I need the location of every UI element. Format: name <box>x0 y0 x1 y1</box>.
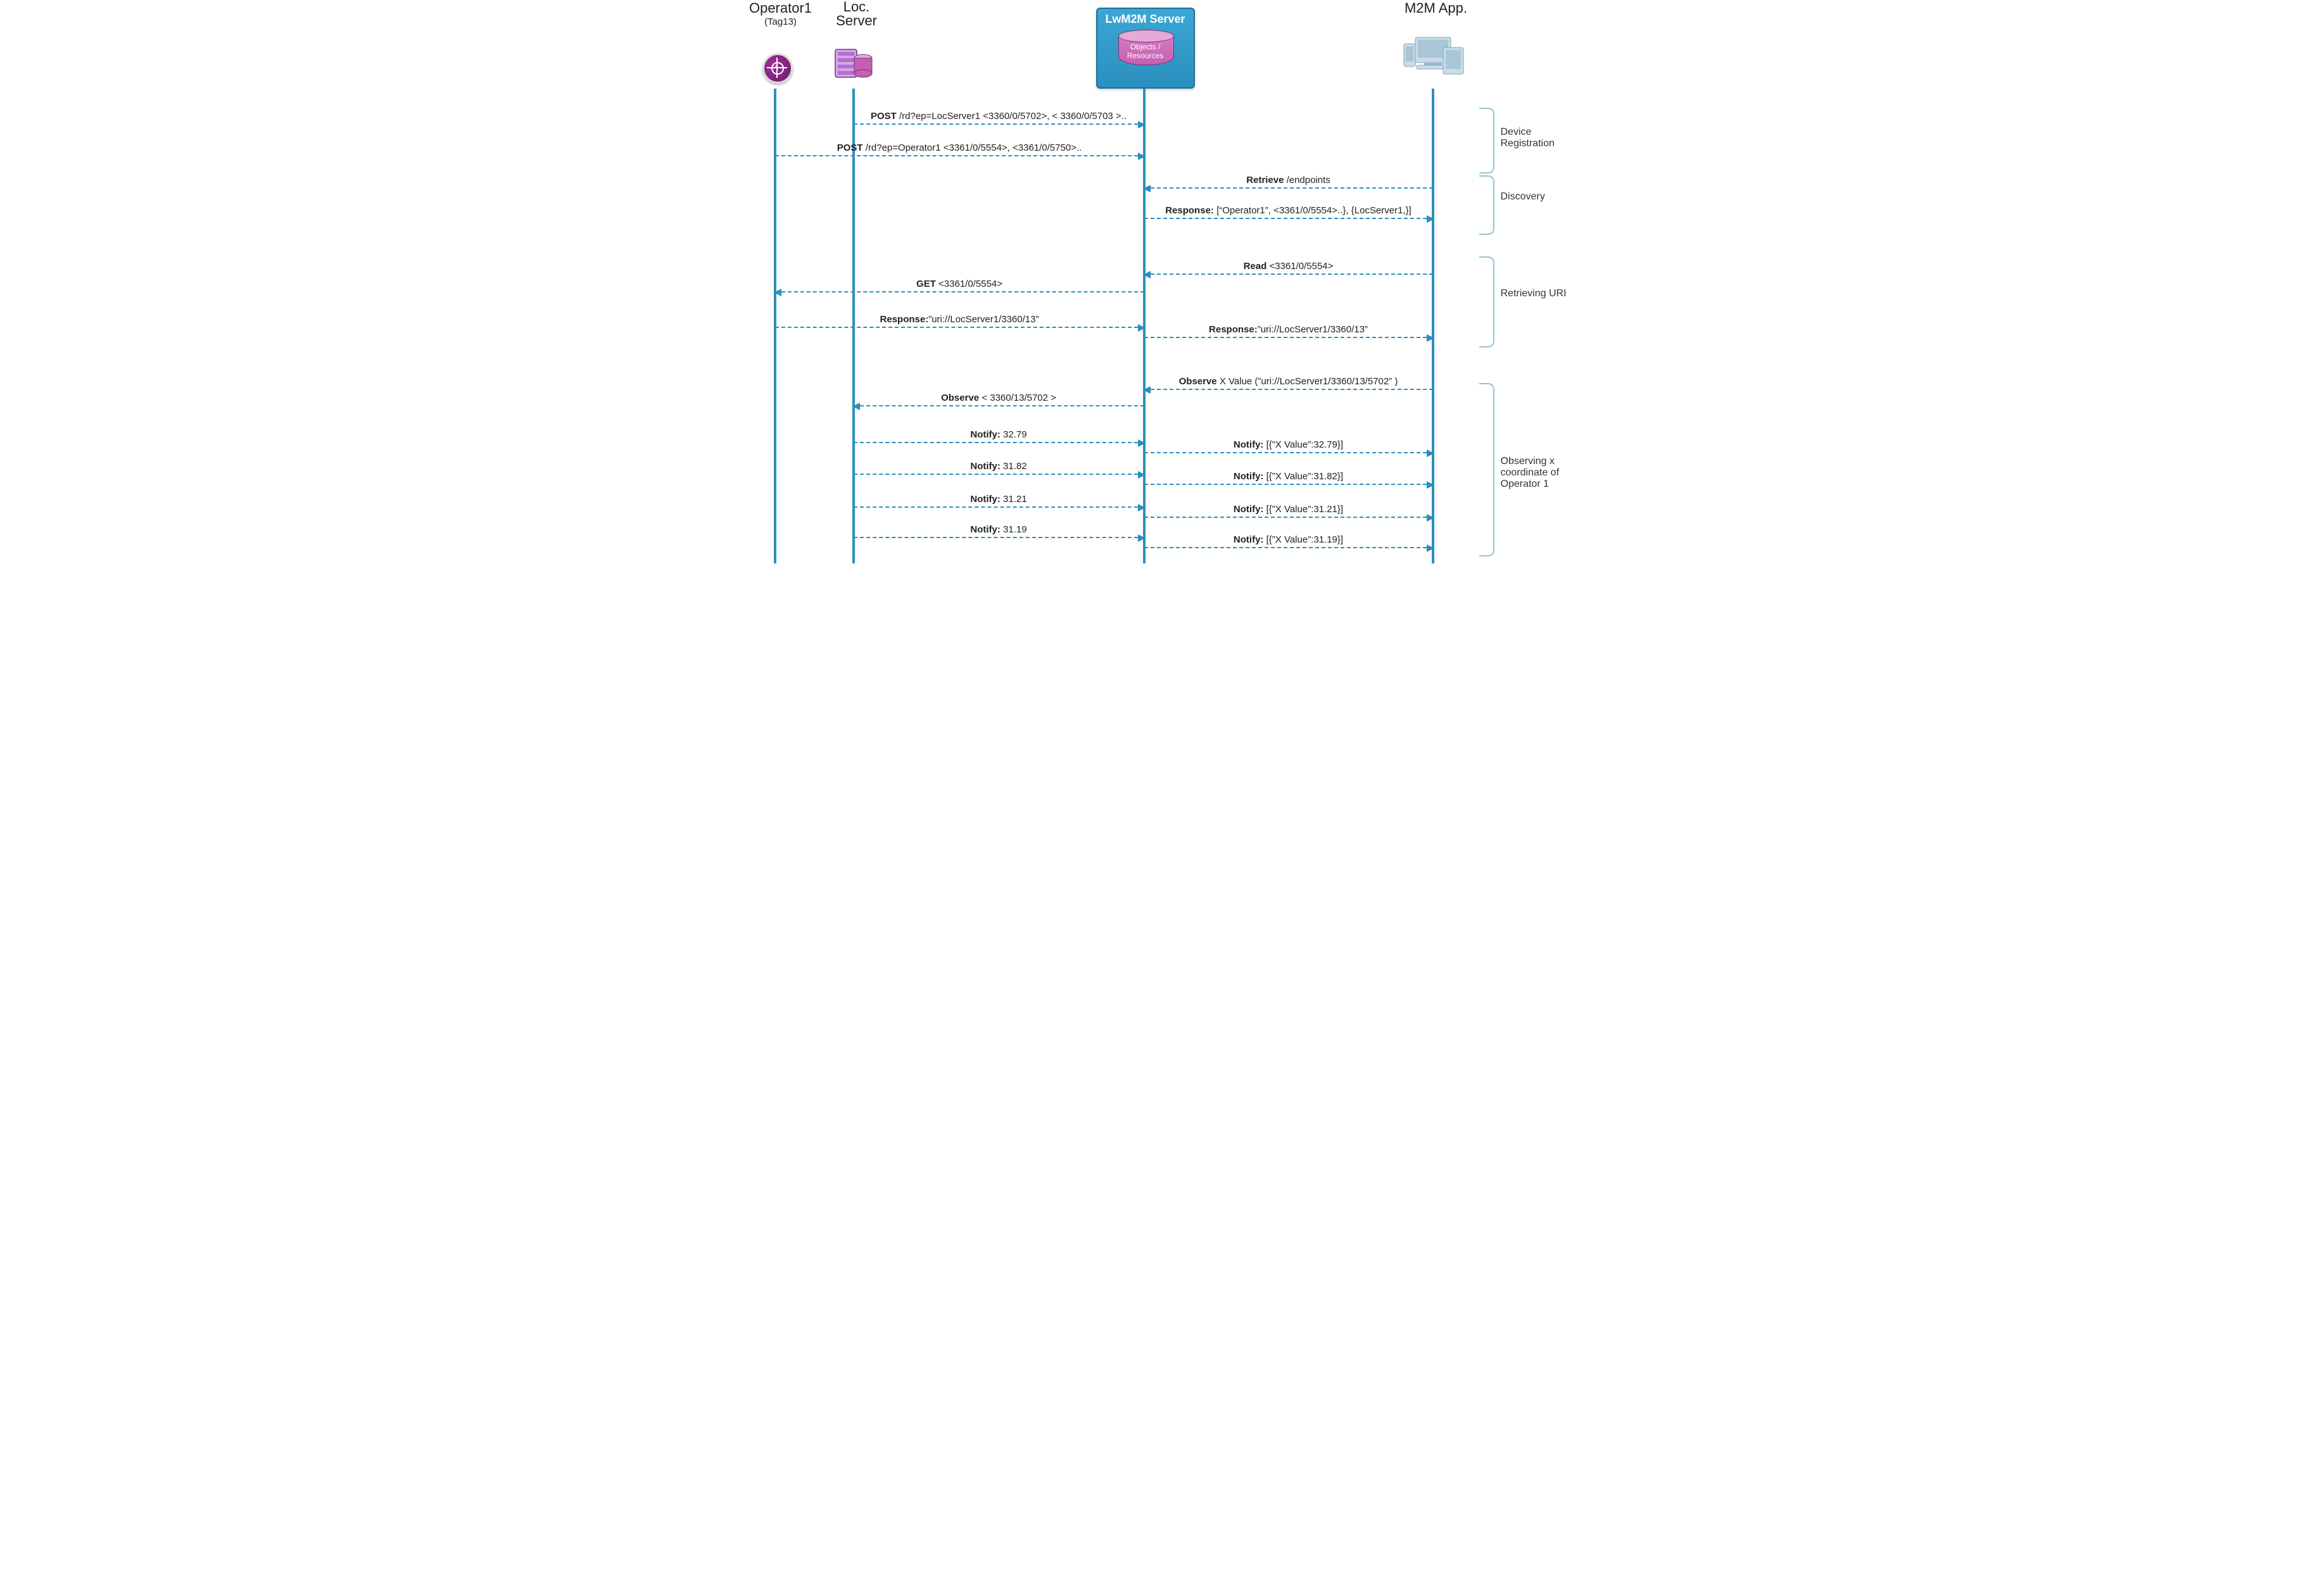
message-arrow: Observe X Value (”uri://LocServer1/3360/… <box>1144 389 1433 390</box>
locserver-title: Loc. Server <box>822 0 892 28</box>
message-arrow: Response:”uri://LocServer1/3360/13” <box>775 327 1144 328</box>
message-label: Notify: [{”X Value”:32.79}] <box>1234 439 1343 450</box>
cyl-line2: Resources <box>1127 51 1163 60</box>
message-label: Response: [“Operator1”, <3361/0/5554>..}… <box>1165 205 1411 216</box>
message-arrow: Notify: 32.79 <box>854 442 1144 443</box>
message-arrow: Observe < 3360/13/5702 > <box>854 405 1144 406</box>
server-rack-icon <box>831 44 876 82</box>
message-arrow: Notify: [{”X Value”:31.19}] <box>1144 547 1433 548</box>
lifeline-operator <box>774 89 776 563</box>
database-icon: Objects / Resources <box>1118 30 1173 68</box>
message-label: Notify: 31.19 <box>970 524 1026 535</box>
message-label: GET <3361/0/5554> <box>916 279 1002 289</box>
message-arrow: Notify: [{”X Value”:32.79}] <box>1144 452 1433 453</box>
message-arrow: Retrieve /endpoints <box>1144 187 1433 189</box>
message-arrow: Notify: [{”X Value”:31.21}] <box>1144 517 1433 518</box>
message-arrow: Notify: [{”X Value”:31.82}] <box>1144 484 1433 485</box>
operator-sub: (Tag13) <box>746 16 816 27</box>
message-label: Notify: [{”X Value”:31.21}] <box>1234 504 1343 515</box>
message-label: Notify: 31.21 <box>970 494 1026 505</box>
operator-title: Operator1 <box>746 0 816 16</box>
message-label: Observe X Value (”uri://LocServer1/3360/… <box>1179 376 1398 387</box>
phase-bracket <box>1479 383 1494 556</box>
message-label: Read <3361/0/5554> <box>1244 261 1334 272</box>
participant-m2mapp: M2M App. <box>1398 0 1474 16</box>
message-label: Response:”uri://LocServer1/3360/13” <box>1209 324 1368 335</box>
target-icon <box>762 53 793 84</box>
message-arrow: Read <3361/0/5554> <box>1144 273 1433 275</box>
message-label: Notify: [{”X Value”:31.19}] <box>1234 534 1343 545</box>
message-arrow: Notify: 31.82 <box>854 474 1144 475</box>
lifeline-m2mapp <box>1432 89 1434 563</box>
phase-label: Discovery <box>1501 191 1583 203</box>
message-label: Notify: 31.82 <box>970 461 1026 472</box>
message-arrow: Notify: 31.19 <box>854 537 1144 538</box>
m2mapp-title: M2M App. <box>1398 0 1474 16</box>
phase-bracket <box>1479 175 1494 235</box>
message-label: Notify: 32.79 <box>970 429 1026 440</box>
devices-icon <box>1401 35 1465 79</box>
phase-label: Observing x coordinate of Operator 1 <box>1501 456 1583 490</box>
lifeline-locserver <box>852 89 855 563</box>
phase-bracket <box>1479 256 1494 348</box>
participant-lwm2m-server: LwM2M Server Objects / Resources <box>1096 8 1195 89</box>
message-label: Retrieve /endpoints <box>1246 175 1330 185</box>
message-arrow: POST /rd?ep=Operator1 <3361/0/5554>, <33… <box>775 155 1144 156</box>
participant-locserver: Loc. Server <box>822 0 892 28</box>
sequence-diagram: Operator1 (Tag13) Loc. Server LwM2M Serv… <box>740 0 1585 574</box>
message-label: Response:”uri://LocServer1/3360/13” <box>880 314 1039 325</box>
message-arrow: GET <3361/0/5554> <box>775 291 1144 292</box>
phase-label: Retrieving URI <box>1501 288 1583 299</box>
lwm2m-title: LwM2M Server <box>1097 9 1194 28</box>
message-arrow: Response: [“Operator1”, <3361/0/5554>..}… <box>1144 218 1433 219</box>
message-label: Observe < 3360/13/5702 > <box>941 393 1056 403</box>
message-label: POST /rd?ep=LocServer1 <3360/0/5702>, < … <box>871 111 1127 122</box>
cyl-line1: Objects / <box>1130 42 1160 51</box>
message-arrow: POST /rd?ep=LocServer1 <3360/0/5702>, < … <box>854 123 1144 125</box>
participant-operator: Operator1 (Tag13) <box>746 0 816 27</box>
message-arrow: Notify: 31.21 <box>854 506 1144 508</box>
phase-label: Device Registration <box>1501 127 1583 149</box>
message-label: POST /rd?ep=Operator1 <3361/0/5554>, <33… <box>837 142 1082 153</box>
phase-bracket <box>1479 108 1494 173</box>
message-arrow: Response:”uri://LocServer1/3360/13” <box>1144 337 1433 338</box>
message-label: Notify: [{”X Value”:31.82}] <box>1234 471 1343 482</box>
